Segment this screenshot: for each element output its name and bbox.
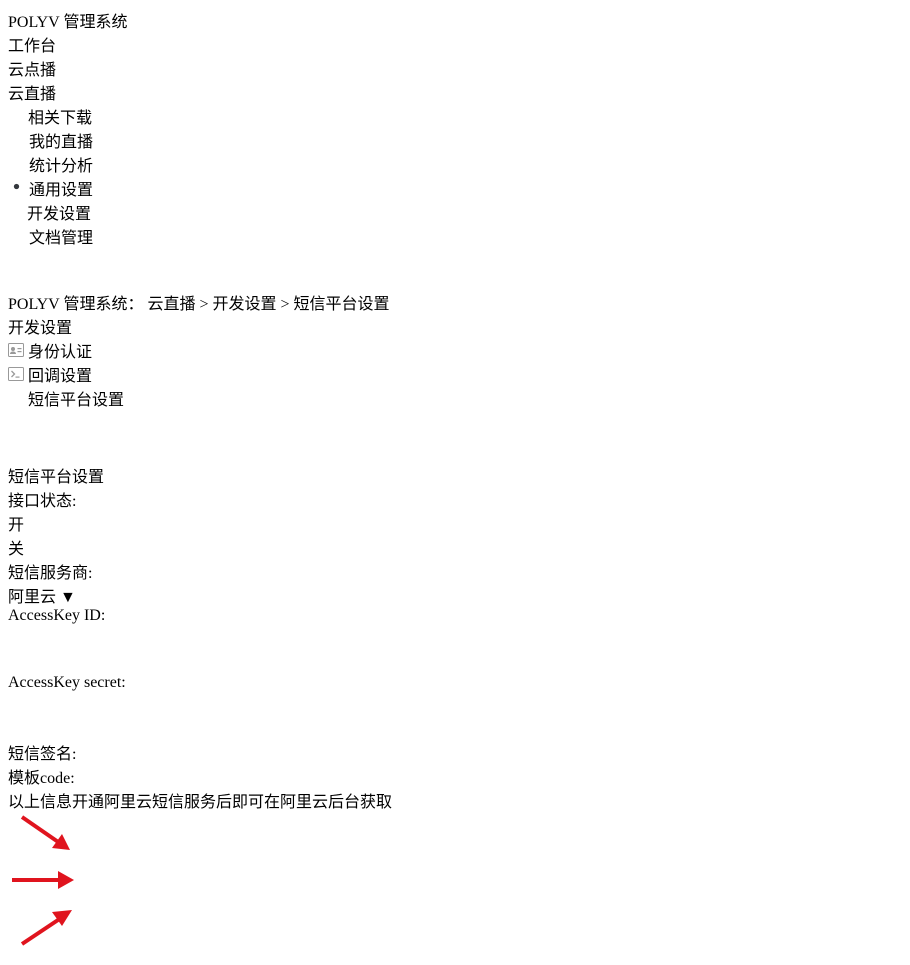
aliyun-sms-link[interactable]: 阿里云短信服务 <box>104 794 216 811</box>
provider-value: 阿里云 <box>8 589 57 606</box>
folder-icon <box>8 229 25 243</box>
subnav-dev-settings[interactable]: 开发设置 <box>8 200 144 224</box>
highlight-box-dev-settings <box>8 248 141 290</box>
sidebar-item-label: 短信平台设置 <box>28 392 125 409</box>
sms-sign-label: 短信签名: <box>8 746 77 763</box>
breadcrumb-link-live[interactable]: 云直播 <box>147 296 195 313</box>
download-label: 相关下载 <box>28 110 93 127</box>
interface-status-label: 接口状态: <box>8 493 77 510</box>
system-name: 管理系统 <box>63 14 128 31</box>
subnav-label: 我的直播 <box>29 134 94 151</box>
home-icon <box>8 132 25 147</box>
breadcrumb-sep: > <box>280 296 290 313</box>
sidebar-item-callback[interactable]: 回调设置 <box>8 362 902 386</box>
arrow-icon <box>20 910 72 946</box>
sidebar-header: 开发设置 <box>8 320 73 337</box>
id-card-icon <box>8 343 24 357</box>
status-off-label: 关 <box>8 541 25 558</box>
breadcrumb-link-dev[interactable]: 开发设置 <box>213 296 277 313</box>
sidebar-item-label: 回调设置 <box>28 368 93 385</box>
arrow-icon <box>20 815 70 850</box>
breadcrumb-sep: > <box>199 296 209 313</box>
annotation-arrows <box>12 815 74 946</box>
provider-select[interactable]: 阿里云 ▼ <box>8 583 902 607</box>
accesskey-id-label: AccessKey ID: <box>8 607 106 624</box>
top-bar: POLYV 管理系统 工作台 云点播 云直播 相关下载 <box>8 8 902 128</box>
logo-text: POLYV <box>8 14 60 31</box>
arrow-icon <box>12 871 74 889</box>
accesskey-secret-label: AccessKey secret: <box>8 674 126 691</box>
note-text: 以上信息开通 <box>8 794 105 811</box>
tab-workbench[interactable]: 工作台 <box>8 32 902 56</box>
terminal-icon <box>8 367 24 381</box>
top-nav: 工作台 云点播 云直播 <box>8 32 902 104</box>
sub-nav: 我的直播 统计分析 通用设置 开发设置 文档管理 <box>8 128 902 248</box>
bar-chart-icon <box>8 156 25 171</box>
status-on-label: 开 <box>8 517 25 534</box>
subnav-statistics[interactable]: 统计分析 <box>8 152 902 176</box>
highlight-box-accesskey-secret <box>8 692 454 740</box>
subnav-label: 通用设置 <box>29 182 94 199</box>
tab-live[interactable]: 云直播 <box>8 80 902 104</box>
page-title: 短信平台设置 <box>8 469 105 486</box>
subnav-label: 文档管理 <box>29 230 94 247</box>
highlight-box-sms-sidebar <box>8 410 171 463</box>
logo[interactable]: POLYV 管理系统 <box>8 8 902 32</box>
tab-vod[interactable]: 云点播 <box>8 56 902 80</box>
template-code-label: 模板code: <box>8 770 75 787</box>
sidebar-item-sms[interactable]: 短信平台设置 <box>8 386 902 410</box>
subnav-docs[interactable]: 文档管理 <box>8 224 902 248</box>
subnav-label: 开发设置 <box>27 206 92 223</box>
breadcrumb-prefix: POLYV 管理系统： <box>8 296 144 313</box>
subnav-my-live[interactable]: 我的直播 <box>8 128 902 152</box>
download-icon <box>8 107 24 123</box>
sidebar-item-label: 身份认证 <box>28 344 93 361</box>
chevron-down-icon: ▼ <box>60 589 76 606</box>
sidebar-item-identity[interactable]: 身份认证 <box>8 338 902 362</box>
highlight-box-accesskey-id <box>8 625 454 674</box>
breadcrumb: POLYV 管理系统： 云直播 > 开发设置 > 短信平台设置 <box>8 290 902 314</box>
terminal-icon <box>8 391 24 405</box>
gear-icon <box>8 178 25 195</box>
grid-icon <box>8 202 25 219</box>
subnav-label: 统计分析 <box>29 158 94 175</box>
provider-label: 短信服务商: <box>8 565 93 582</box>
breadcrumb-current: 短信平台设置 <box>293 296 390 313</box>
note-text: 后即可在阿里云后台获取 <box>216 794 393 811</box>
help-note: 以上信息开通阿里云短信服务后即可在阿里云后台获取 <box>8 788 902 812</box>
download-link[interactable]: 相关下载 <box>8 104 902 128</box>
subnav-general-settings[interactable]: 通用设置 <box>8 176 902 200</box>
